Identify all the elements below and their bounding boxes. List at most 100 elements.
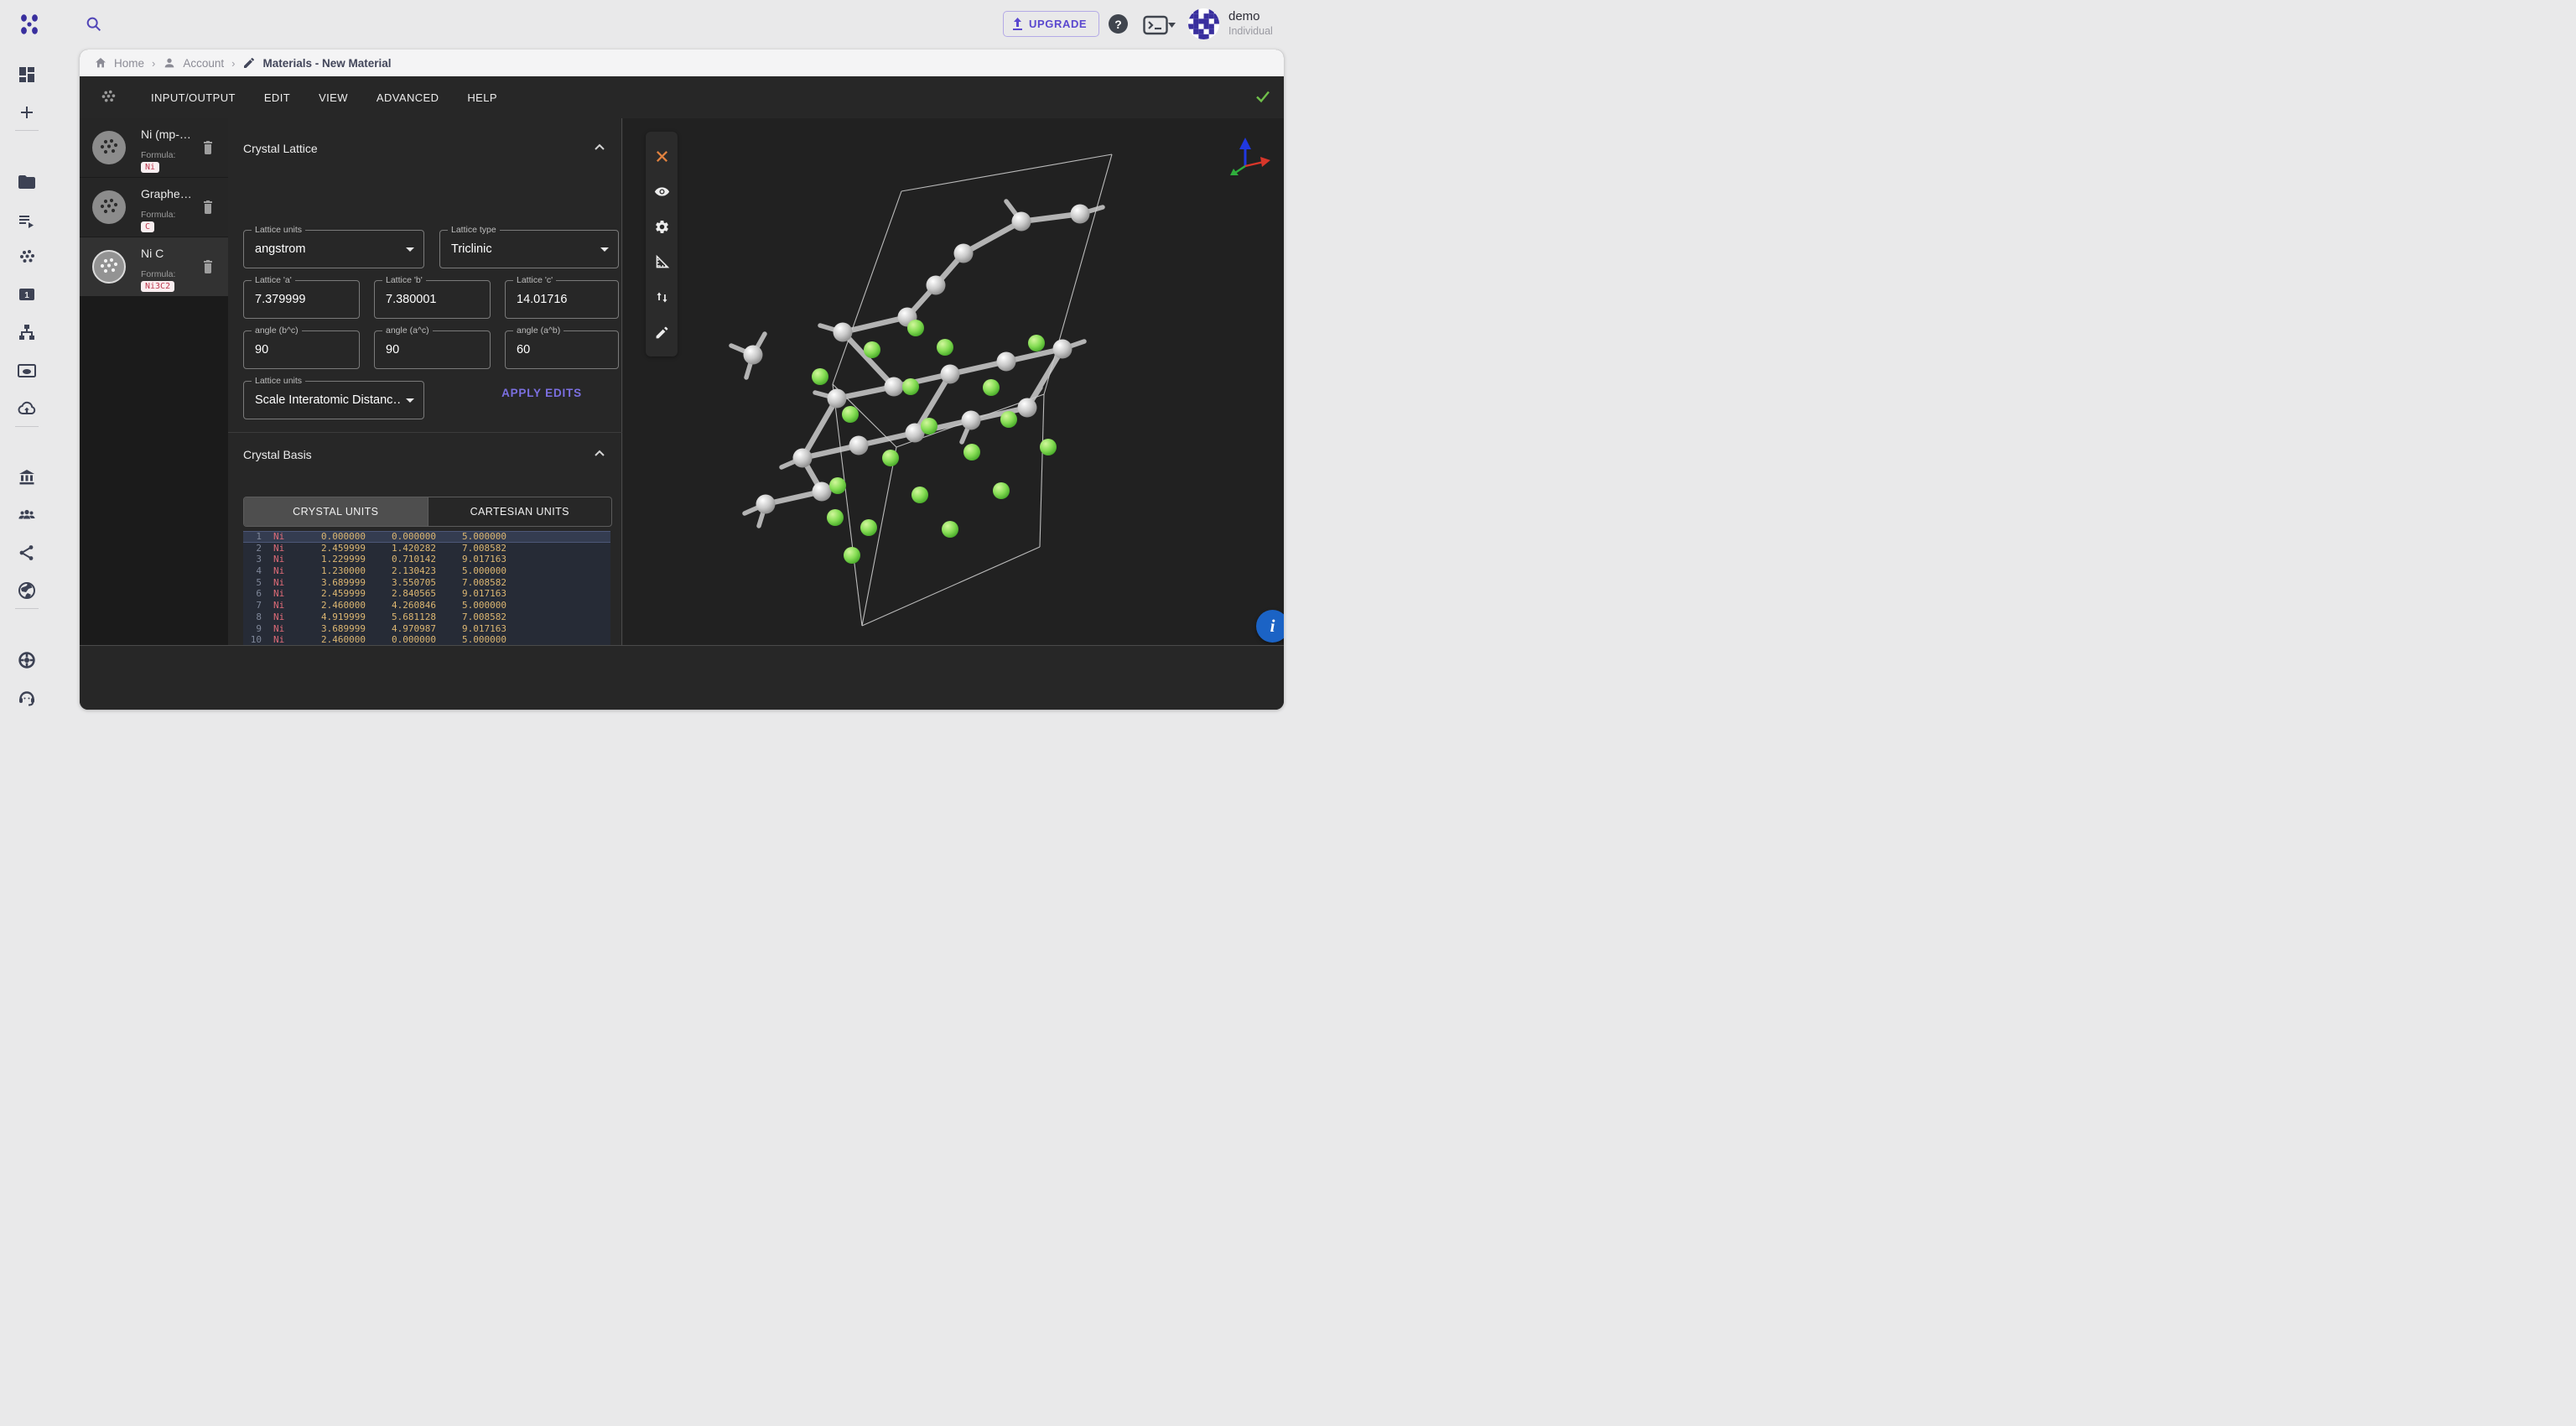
sidebar-create-icon[interactable] xyxy=(17,102,37,122)
lattice-type-select[interactable]: Lattice type Triclinic xyxy=(439,230,619,268)
settings-icon[interactable] xyxy=(652,217,671,236)
sidebar-divider xyxy=(15,130,39,131)
tab-cartesian-units[interactable]: CARTESIAN UNITS xyxy=(428,497,612,526)
crystal-viewport-canvas[interactable] xyxy=(623,118,1284,645)
menu-advanced[interactable]: ADVANCED xyxy=(375,88,440,107)
basis-row[interactable]: 6Ni2.4599992.8405659.017163 xyxy=(243,588,610,600)
delete-material-icon[interactable] xyxy=(200,198,216,215)
apply-edits-button[interactable]: APPLY EDITS xyxy=(468,382,615,404)
sidebar-institution-icon[interactable] xyxy=(17,467,37,487)
basis-row[interactable]: 3Ni1.2299990.7101429.017163 xyxy=(243,554,610,565)
terminal-menu-icon[interactable] xyxy=(1143,15,1178,35)
basis-row[interactable]: 9Ni3.6899994.9709879.017163 xyxy=(243,623,610,635)
material-item-1[interactable]: Ni (mp-… Formula: Ni xyxy=(80,118,228,177)
breadcrumb-home[interactable]: Home xyxy=(94,56,144,70)
tab-crystal-units[interactable]: CRYSTAL UNITS xyxy=(244,497,428,526)
sidebar-team-icon[interactable] xyxy=(17,505,37,525)
sidebar-support-icon[interactable] xyxy=(17,688,37,708)
search-icon[interactable] xyxy=(85,15,103,34)
material-title: Ni C xyxy=(141,247,205,260)
sidebar-dashboard-icon[interactable] xyxy=(17,65,37,85)
sidebar-cloud-upload-icon[interactable] xyxy=(17,398,37,419)
left-sidebar: 1 xyxy=(0,49,54,713)
lattice-units-scale-select[interactable]: Lattice units Scale Interatomic Distanc… xyxy=(243,381,424,419)
basis-row[interactable]: 4Ni1.2300002.1304235.000000 xyxy=(243,565,610,577)
delete-material-icon[interactable] xyxy=(200,258,216,274)
sidebar-media-icon[interactable] xyxy=(17,361,37,381)
material-formula-chip: Ni3C2 xyxy=(141,281,174,292)
angle-ac-input[interactable]: angle (a^c) 90 xyxy=(374,330,491,369)
lattice-units-select[interactable]: Lattice units angstrom xyxy=(243,230,424,268)
crystal-3d-viewport: i xyxy=(623,118,1284,645)
svg-text:1: 1 xyxy=(24,291,29,300)
pencil-icon xyxy=(242,56,256,70)
menu-help[interactable]: HELP xyxy=(465,88,499,107)
basis-units-tabs: CRYSTAL UNITS CARTESIAN UNITS xyxy=(243,497,612,527)
app-logo-icon[interactable] xyxy=(18,13,41,36)
top-bar: UPGRADE ? demo Individual xyxy=(0,0,1288,49)
breadcrumb-separator: › xyxy=(231,57,235,70)
menu-view[interactable]: VIEW xyxy=(317,88,350,107)
visibility-icon[interactable] xyxy=(652,182,671,200)
sidebar-workflows-icon[interactable] xyxy=(17,322,37,342)
basis-row[interactable]: 8Ni4.9199995.6811287.008582 xyxy=(243,612,610,623)
edit-icon[interactable] xyxy=(652,323,671,341)
upgrade-label: UPGRADE xyxy=(1029,18,1087,30)
close-icon[interactable] xyxy=(652,147,671,165)
section-divider xyxy=(228,432,622,433)
home-icon xyxy=(94,56,107,70)
basis-row[interactable]: 7Ni2.4600004.2608465.000000 xyxy=(243,600,610,612)
sidebar-bank-one-icon[interactable]: 1 xyxy=(17,284,37,304)
angle-bc-input[interactable]: angle (b^c) 90 xyxy=(243,330,360,369)
user-menu[interactable]: demo Individual xyxy=(1188,8,1273,39)
menu-input-output[interactable]: INPUT/OUTPUT xyxy=(149,88,237,107)
editor-menubar: INPUT/OUTPUT EDIT VIEW ADVANCED HELP xyxy=(80,76,1284,118)
material-item-2[interactable]: Graphe… Formula: C xyxy=(80,178,228,237)
lattice-c-input[interactable]: Lattice 'c' 14.01716 xyxy=(505,280,619,319)
material-avatar-icon xyxy=(91,130,127,165)
help-icon[interactable]: ? xyxy=(1109,14,1128,34)
breadcrumb: Home › Account › Materials - New Materia… xyxy=(80,49,1284,76)
sidebar-materials-icon[interactable] xyxy=(17,247,37,268)
sidebar-share-icon[interactable] xyxy=(17,543,37,563)
sidebar-globe-icon[interactable] xyxy=(17,580,37,601)
material-formula-chip: Ni xyxy=(141,162,159,173)
chevron-down-icon xyxy=(406,398,414,407)
measure-icon[interactable] xyxy=(652,252,671,271)
breadcrumb-account[interactable]: Account xyxy=(163,56,224,70)
basis-row[interactable]: 2Ni2.4599991.4202827.008582 xyxy=(243,543,610,554)
editor-content: Ni (mp-… Formula: Ni Graphe… Formula: C xyxy=(80,118,1284,645)
material-formula-label: Formula: xyxy=(141,210,175,220)
collapse-lattice-icon[interactable] xyxy=(592,140,607,155)
materials-list: Ni (mp-… Formula: Ni Graphe… Formula: C xyxy=(80,118,228,645)
bottom-strip xyxy=(80,645,1284,710)
main-window: Home › Account › Materials - New Materia… xyxy=(80,49,1284,710)
basis-row[interactable]: 10Ni2.4600000.0000005.000000 xyxy=(243,634,610,646)
menu-edit[interactable]: EDIT xyxy=(262,88,292,107)
material-item-3-selected[interactable]: Ni C Formula: Ni3C2 xyxy=(80,237,228,296)
chevron-down-icon xyxy=(406,247,414,256)
material-title: Graphe… xyxy=(141,187,205,200)
angle-ab-input[interactable]: angle (a^b) 60 xyxy=(505,330,619,369)
sidebar-jobs-icon[interactable] xyxy=(17,211,37,231)
material-molecule-icon xyxy=(99,88,117,107)
swap-vertical-icon[interactable] xyxy=(652,288,671,306)
breadcrumb-separator: › xyxy=(152,57,155,70)
chevron-down-icon xyxy=(600,247,609,256)
saved-check-icon[interactable] xyxy=(1254,88,1271,105)
avatar xyxy=(1188,8,1219,39)
collapse-basis-icon[interactable] xyxy=(592,446,607,461)
basis-row[interactable]: 1Ni0.0000000.0000005.000000 xyxy=(243,531,610,543)
lattice-b-input[interactable]: Lattice 'b' 7.380001 xyxy=(374,280,491,319)
sidebar-helm-icon[interactable] xyxy=(17,650,37,670)
user-name: demo xyxy=(1228,8,1273,24)
upgrade-button[interactable]: UPGRADE xyxy=(1003,11,1099,37)
sidebar-projects-icon[interactable] xyxy=(17,172,37,192)
person-icon xyxy=(163,56,176,70)
delete-material-icon[interactable] xyxy=(200,138,216,155)
info-button[interactable]: i xyxy=(1256,610,1284,643)
lattice-a-input[interactable]: Lattice 'a' 7.379999 xyxy=(243,280,360,319)
axes-gizmo xyxy=(1227,133,1277,176)
basis-row[interactable]: 5Ni3.6899993.5507057.008582 xyxy=(243,577,610,589)
crystal-lattice-title: Crystal Lattice xyxy=(243,142,318,155)
